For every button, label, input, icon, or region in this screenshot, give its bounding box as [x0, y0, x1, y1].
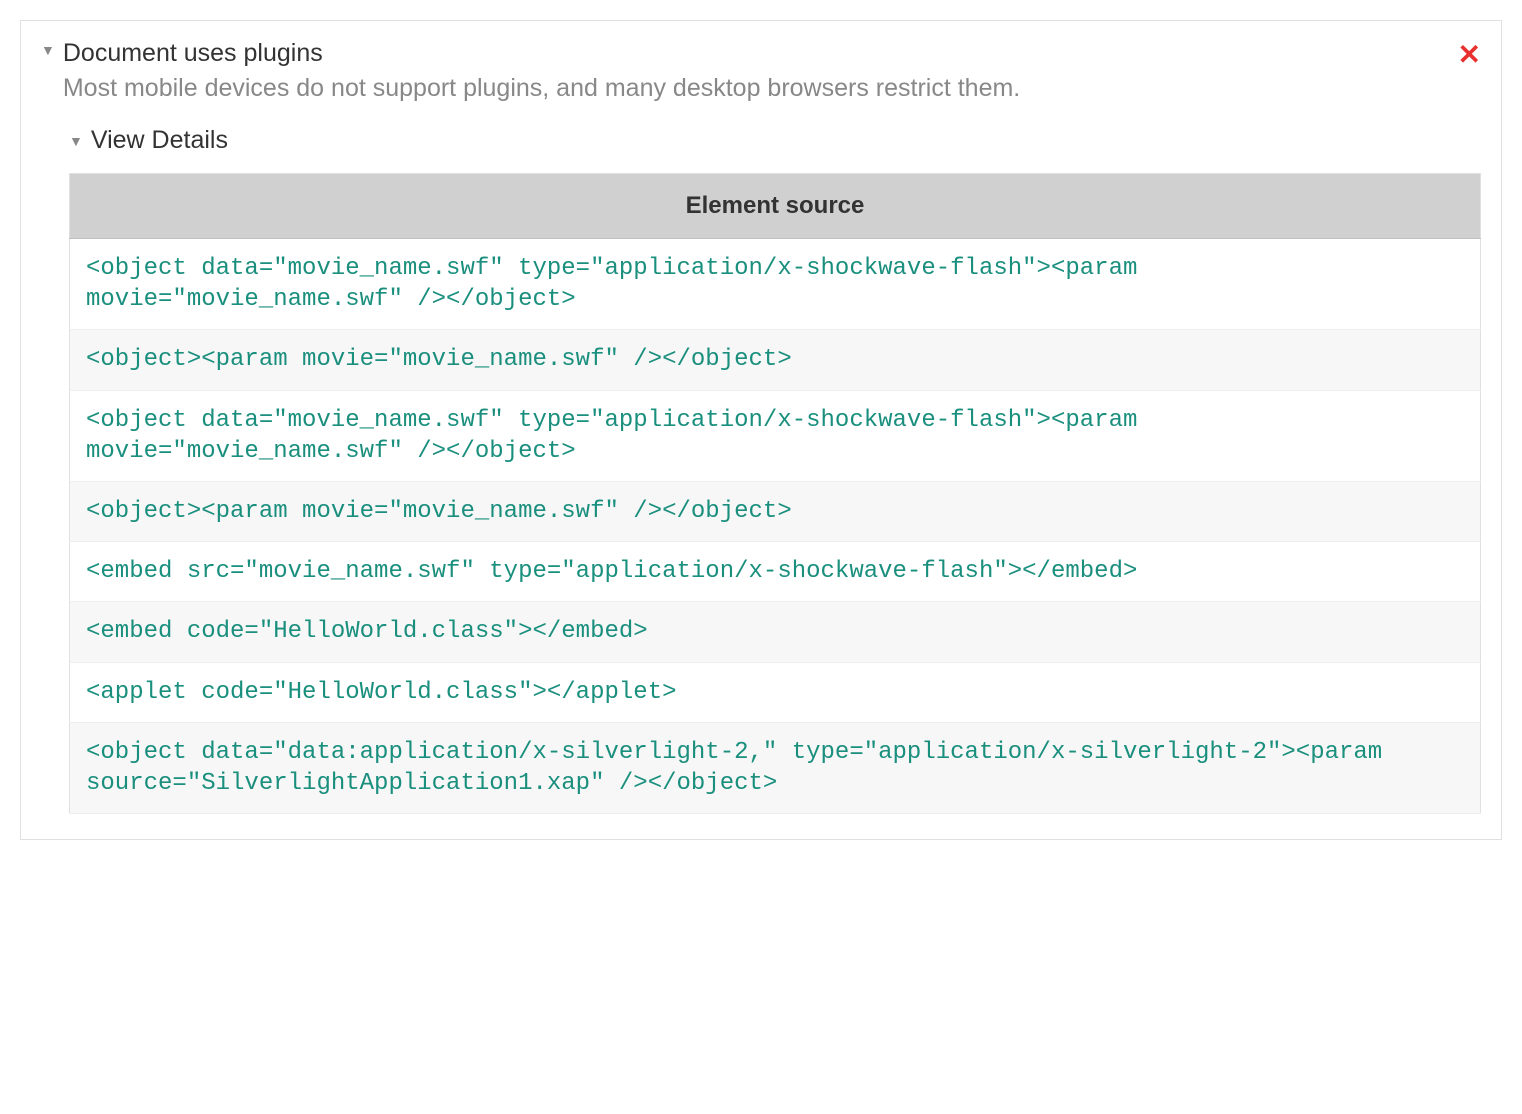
table-body: <object data="movie_name.swf" type="appl… [70, 239, 1481, 814]
table-row: <object><param movie="movie_name.swf" />… [70, 330, 1481, 390]
table-row: <object><param movie="movie_name.swf" />… [70, 481, 1481, 541]
element-source-cell: <applet code="HelloWorld.class"></applet… [70, 662, 1481, 722]
chevron-down-icon: ▼ [69, 133, 83, 149]
details-section: ▼ View Details Element source <object da… [21, 126, 1501, 814]
element-source-cell: <object><param movie="movie_name.swf" />… [70, 330, 1481, 390]
table-row: <embed code="HelloWorld.class"></embed> [70, 602, 1481, 662]
audit-item: ▼ Document uses plugins Most mobile devi… [20, 20, 1502, 840]
table-row: <object data="data:application/x-silverl… [70, 722, 1481, 813]
audit-description: Most mobile devices do not support plugi… [63, 71, 1448, 106]
element-source-cell: <object data="movie_name.swf" type="appl… [70, 390, 1481, 481]
fail-icon: ✕ [1458, 38, 1481, 71]
element-source-cell: <embed src="movie_name.swf" type="applic… [70, 542, 1481, 602]
audit-title-block: Document uses plugins Most mobile device… [63, 36, 1448, 106]
table-header: Element source [70, 174, 1481, 239]
details-toggle[interactable]: ▼ View Details [69, 126, 1481, 155]
details-label: View Details [91, 126, 228, 155]
table-row: <object data="movie_name.swf" type="appl… [70, 239, 1481, 330]
details-table: Element source <object data="movie_name.… [69, 173, 1481, 814]
audit-title: Document uses plugins [63, 36, 1448, 71]
table-header-cell: Element source [70, 174, 1481, 239]
chevron-down-icon[interactable]: ▼ [41, 42, 55, 58]
element-source-cell: <object data="data:application/x-silverl… [70, 722, 1481, 813]
table-row: <applet code="HelloWorld.class"></applet… [70, 662, 1481, 722]
element-source-cell: <object data="movie_name.swf" type="appl… [70, 239, 1481, 330]
table-row: <embed src="movie_name.swf" type="applic… [70, 542, 1481, 602]
audit-header: ▼ Document uses plugins Most mobile devi… [21, 36, 1501, 106]
table-row: <object data="movie_name.swf" type="appl… [70, 390, 1481, 481]
element-source-cell: <object><param movie="movie_name.swf" />… [70, 481, 1481, 541]
element-source-cell: <embed code="HelloWorld.class"></embed> [70, 602, 1481, 662]
